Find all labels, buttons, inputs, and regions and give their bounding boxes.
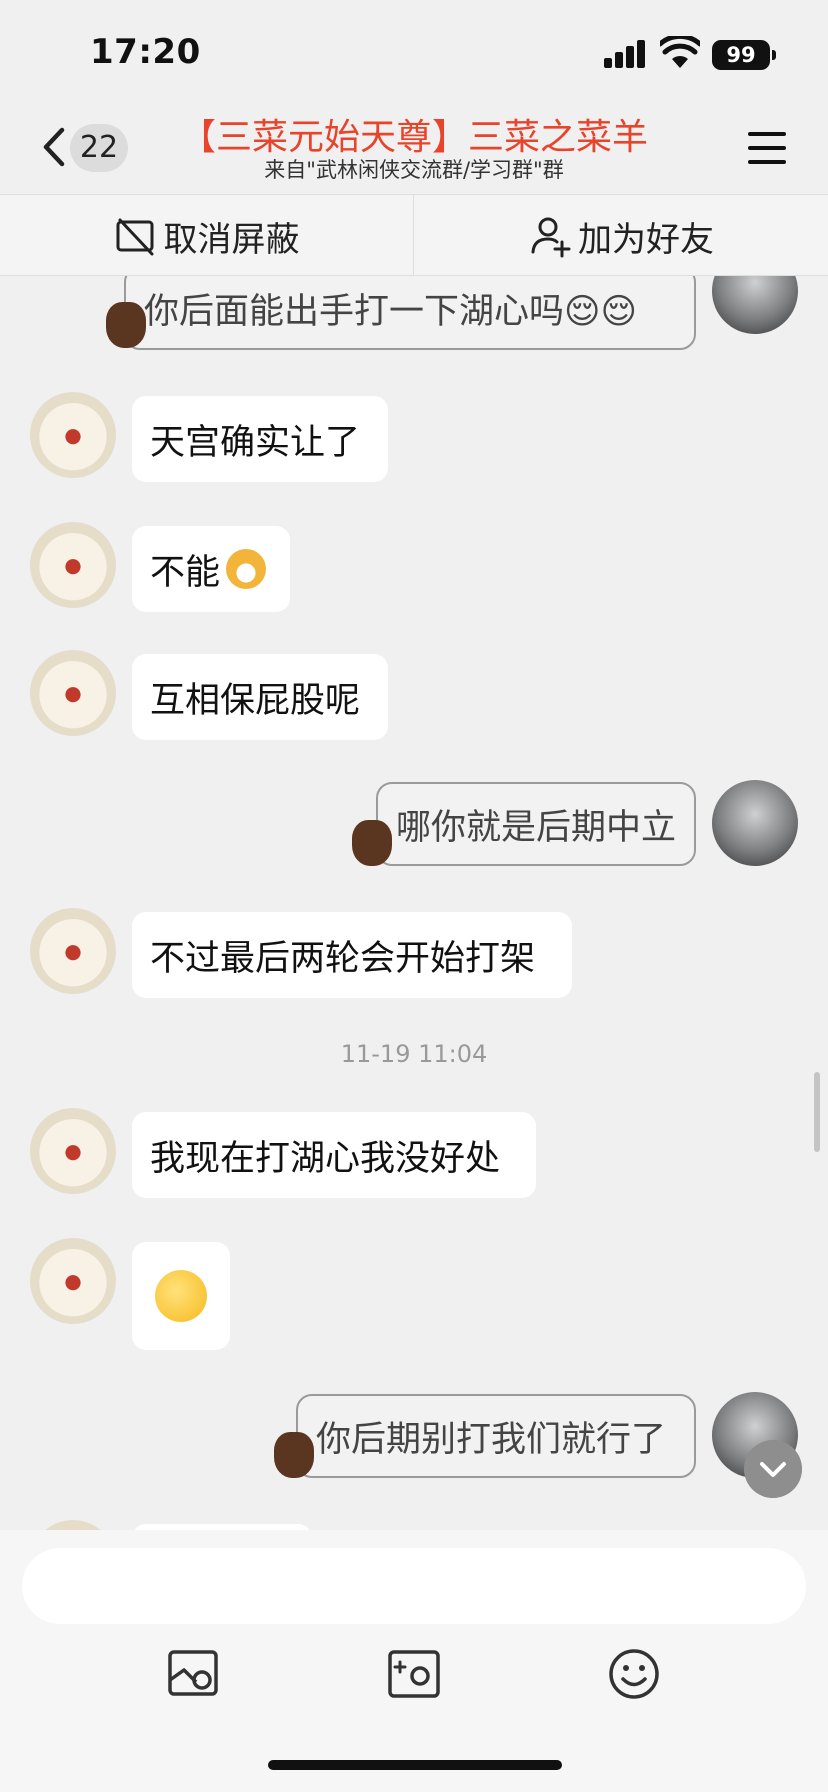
image-icon[interactable]	[166, 1646, 222, 1702]
message-bubble[interactable]: 不能	[132, 526, 290, 612]
scrollbar[interactable]	[814, 1072, 820, 1152]
cat-emoji-icon	[226, 549, 267, 589]
chat-header: 22 【三菜元始天尊】三菜之菜羊 来自"武林闲侠交流群/学习群"群	[0, 100, 828, 194]
sender-avatar[interactable]	[30, 392, 116, 478]
home-indicator[interactable]	[268, 1760, 562, 1770]
sender-avatar[interactable]	[30, 908, 116, 994]
hamburger-menu-icon[interactable]	[748, 130, 788, 166]
status-time: 17:20	[90, 32, 201, 72]
facepalm-emoji-icon	[155, 1270, 207, 1322]
cellular-signal-icon	[604, 40, 648, 68]
unread-count-badge[interactable]: 22	[70, 124, 128, 172]
my-avatar-sticker-icon	[274, 1432, 314, 1478]
my-message-bubble[interactable]: 你后面能出手打一下湖心吗😌😌	[124, 276, 696, 350]
message-text: 不过最后两轮会开始打架	[150, 938, 536, 979]
my-avatar[interactable]	[712, 780, 798, 866]
unblock-button[interactable]: 取消屏蔽	[0, 195, 414, 277]
sender-avatar[interactable]	[30, 1520, 116, 1530]
message-text: 哪你就是后期中立	[396, 807, 677, 848]
sender-avatar[interactable]	[30, 522, 116, 608]
message-bubble[interactable]	[132, 1242, 230, 1350]
battery-indicator: 99	[712, 40, 776, 70]
message-bubble[interactable]: 我现在打湖心我没好处	[132, 1112, 536, 1198]
message-text: 天宫确实让了	[150, 422, 361, 463]
my-avatar-sticker-icon	[352, 820, 392, 866]
message-text: 你后期别打我们就行了	[316, 1419, 667, 1460]
status-bar: 17:20 99	[0, 0, 828, 100]
emoji-icon[interactable]	[606, 1646, 662, 1702]
wifi-icon	[660, 36, 700, 68]
my-avatar-sticker-icon	[106, 302, 146, 348]
message-text: 我现在打湖心我没好处	[150, 1138, 501, 1179]
add-friend-label: 加为好友	[578, 219, 714, 260]
sender-avatar[interactable]	[30, 1108, 116, 1194]
add-user-icon	[531, 217, 571, 258]
my-message-bubble[interactable]: 哪你就是后期中立	[376, 782, 696, 866]
message-text: 互相保屁股呢	[150, 680, 361, 721]
message-text: 你后面能出手打一下湖心吗😌😌	[144, 291, 637, 332]
scroll-to-bottom-icon[interactable]	[744, 1440, 802, 1498]
chat-title: 【三菜元始天尊】三菜之菜羊	[179, 117, 648, 158]
input-area	[0, 1530, 828, 1792]
message-bubble[interactable]: 互相保屁股呢	[132, 654, 388, 740]
chat-subtitle: 来自"武林闲侠交流群/学习群"群	[264, 158, 564, 182]
unblock-label: 取消屏蔽	[163, 219, 300, 260]
chat-message-list[interactable]: 你后面能出手打一下湖心吗😌😌 天宫确实让了 不能 互相保屁股呢 哪你就是后期中立…	[0, 276, 828, 1530]
my-avatar[interactable]	[712, 276, 798, 334]
sender-avatar[interactable]	[30, 1238, 116, 1324]
message-bubble[interactable]: 天宫确实让了	[132, 396, 388, 482]
message-text: 不能	[150, 552, 221, 593]
block-slash-icon	[116, 218, 153, 256]
message-input[interactable]	[22, 1548, 806, 1624]
action-bar: 取消屏蔽 加为好友	[0, 194, 828, 277]
my-message-bubble[interactable]: 你后期别打我们就行了	[296, 1394, 696, 1478]
camera-icon[interactable]	[386, 1646, 442, 1702]
add-friend-button[interactable]: 加为好友	[414, 195, 828, 277]
sender-avatar[interactable]	[30, 650, 116, 736]
message-timestamp: 11-19 11:04	[340, 1040, 488, 1068]
message-bubble[interactable]: 不过最后两轮会开始打架	[132, 912, 572, 998]
